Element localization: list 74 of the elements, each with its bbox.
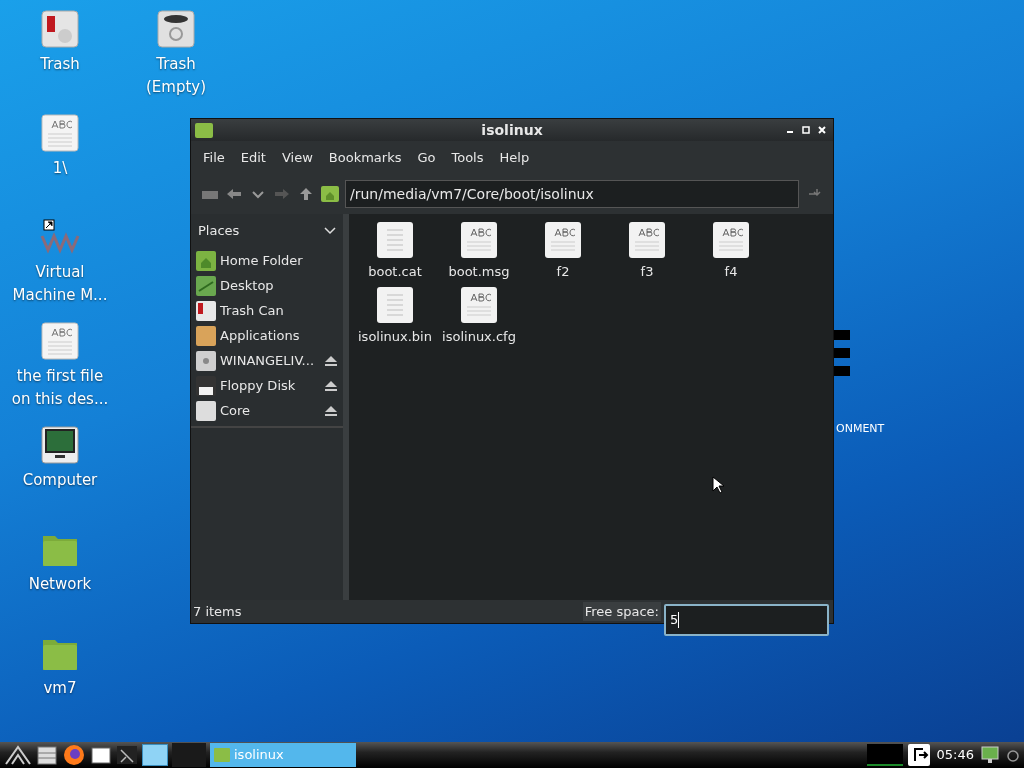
applications-icon [196,325,216,346]
power-icon[interactable] [1006,748,1020,762]
text-file-icon [41,322,79,360]
free-space-field[interactable]: 5 [664,604,829,636]
desktop-icon-label[interactable]: vm7 [43,677,77,700]
file-name[interactable]: boot.cat [368,262,422,282]
place-item[interactable]: Desktop [220,275,338,296]
home-folder-icon [196,250,216,271]
free-space-label: Free space: [582,601,661,622]
window-title: isolinux [481,120,543,140]
trash-icon [41,10,79,48]
place-item[interactable]: Floppy Disk [220,375,320,396]
place-item[interactable]: Core [220,400,320,421]
menu-item[interactable]: Edit [232,145,274,170]
menu-item[interactable]: View [273,145,321,170]
wallpaper-text: ONMENT [836,421,885,437]
desktop-icon-label[interactable]: Network [28,573,92,596]
trash-icon [157,10,195,48]
menu-item[interactable]: Go [409,145,444,170]
menu-item[interactable]: Tools [443,145,492,170]
status-text: 7 items [193,602,242,621]
eject-icon[interactable] [324,354,338,367]
desktop-icon-label[interactable]: the first file on this des... [11,365,109,411]
binary-file-icon [377,222,413,258]
menu-item[interactable]: Help [491,145,538,170]
terminal-icon[interactable] [116,744,138,766]
window-icon[interactable] [90,744,112,766]
eject-icon[interactable] [324,379,338,392]
file-name[interactable]: f2 [556,262,570,282]
place-item[interactable]: Applications [220,325,338,346]
desktop-icon-label[interactable]: Virtual Machine M... [12,261,108,307]
text-file-icon [41,114,79,152]
file-name[interactable]: isolinux.bin [358,327,432,347]
eject-icon[interactable] [324,404,338,417]
close-icon[interactable] [817,125,827,135]
text-file-icon [461,222,497,258]
place-item[interactable]: Home Folder [220,250,338,271]
file-cabinet-icon[interactable] [36,744,58,766]
back-arrow-icon[interactable] [225,187,243,201]
menu-item[interactable]: File [195,145,233,170]
text-file-icon [461,287,497,323]
logout-icon[interactable] [906,743,931,767]
system-monitor [866,744,903,766]
trash-icon [196,300,216,321]
network-icon[interactable] [980,745,1002,765]
file-name[interactable]: isolinux.cfg [442,327,516,347]
pane-title: Places [198,222,240,241]
mouse-pointer-icon [712,476,724,494]
drive-icon [196,400,216,421]
path-field[interactable]: /run/media/vm7/Core/boot/isolinux [345,180,799,208]
wallpaper-bar [834,366,850,376]
file-name[interactable]: boot.msg [448,262,510,282]
place-item[interactable]: Trash Can [220,300,338,321]
place-item[interactable]: WINANGELIV... [220,350,320,371]
chevron-down-icon[interactable] [324,227,336,235]
clock[interactable]: 05:46 [934,745,976,765]
text-file-icon [713,222,749,258]
desktop-icon-label[interactable]: Computer [22,469,98,492]
text-file-icon [545,222,581,258]
maximize-icon[interactable] [801,125,811,135]
folder-icon [195,122,213,138]
shortcut-logo-icon [40,218,80,256]
file-name[interactable]: f3 [640,262,654,282]
text-file-icon [629,222,665,258]
launcher-icon[interactable] [4,744,32,766]
file-name[interactable]: f4 [724,262,738,282]
wallpaper-bar [834,348,850,358]
wallpaper-bar [834,330,850,340]
computer-icon [41,426,79,464]
browser-icon[interactable] [62,743,86,767]
desktop-folder-icon [196,275,216,296]
folder-icon [214,748,230,762]
menu-item[interactable]: Bookmarks [320,145,410,170]
binary-file-icon [377,287,413,323]
